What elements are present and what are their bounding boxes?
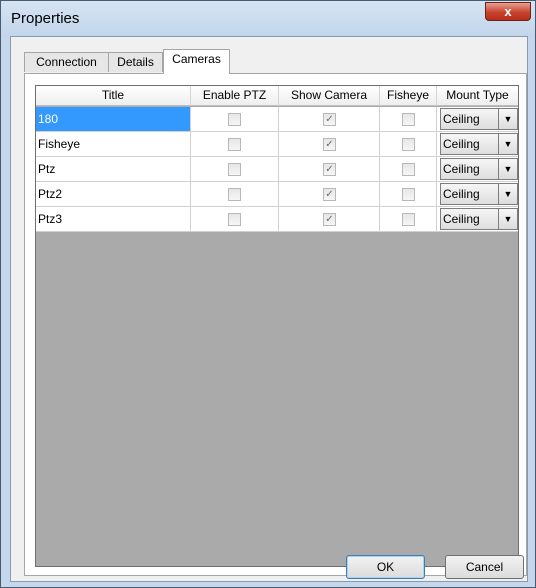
table-row[interactable]: Fisheye ✓ Ceiling ▼ [36,132,518,157]
enable-ptz-cell [191,132,279,156]
fisheye-checkbox[interactable] [402,113,415,126]
tab-connection[interactable]: Connection [24,52,109,72]
window-title: Properties [11,10,80,27]
column-header-show-camera[interactable]: Show Camera [279,86,380,106]
mount-type-value: Ceiling [443,162,480,176]
mount-type-cell: Ceiling ▼ [437,182,518,206]
properties-window: Properties x Connection Details Cameras … [0,0,536,588]
enable-ptz-cell [191,107,279,131]
ok-button[interactable]: OK [346,555,425,579]
chevron-down-icon[interactable]: ▼ [498,184,517,204]
camera-title-cell[interactable]: Ptz3 [36,207,191,231]
column-header-fisheye[interactable]: Fisheye [380,86,437,106]
mount-type-dropdown[interactable]: Ceiling ▼ [440,183,518,205]
mount-type-value: Ceiling [443,212,480,226]
fisheye-cell [380,107,437,131]
camera-title-cell[interactable]: 180 [36,107,191,131]
close-button[interactable]: x [485,2,531,21]
show-camera-checkbox[interactable]: ✓ [323,138,336,151]
grid-header: Title Enable PTZ Show Camera Fisheye Mou… [36,86,518,106]
camera-title-cell[interactable]: Ptz2 [36,182,191,206]
close-icon: x [504,4,512,19]
fisheye-checkbox[interactable] [402,138,415,151]
cameras-tab-panel: Title Enable PTZ Show Camera Fisheye Mou… [24,73,527,576]
fisheye-checkbox[interactable] [402,213,415,226]
ok-button-label: OK [376,560,395,574]
checkmark-icon: ✓ [325,214,334,225]
show-camera-cell: ✓ [279,157,380,181]
camera-title-cell[interactable]: Ptz [36,157,191,181]
show-camera-cell: ✓ [279,182,380,206]
enable-ptz-cell [191,207,279,231]
chevron-down-icon[interactable]: ▼ [498,134,517,154]
enable-ptz-checkbox[interactable] [228,113,241,126]
fisheye-cell [380,132,437,156]
dialog-client-area: Connection Details Cameras Title Enable … [10,36,528,582]
table-row[interactable]: Ptz2 ✓ Ceiling ▼ [36,182,518,207]
mount-type-value: Ceiling [443,112,480,126]
show-camera-cell: ✓ [279,132,380,156]
tab-label: Cameras [172,52,221,66]
show-camera-cell: ✓ [279,107,380,131]
chevron-down-icon[interactable]: ▼ [498,109,517,129]
fisheye-checkbox[interactable] [402,188,415,201]
mount-type-cell: Ceiling ▼ [437,132,518,156]
fisheye-checkbox[interactable] [402,163,415,176]
show-camera-checkbox[interactable]: ✓ [323,188,336,201]
checkmark-icon: ✓ [325,164,334,175]
mount-type-value: Ceiling [443,137,480,151]
enable-ptz-checkbox[interactable] [228,188,241,201]
mount-type-dropdown[interactable]: Ceiling ▼ [440,133,518,155]
checkmark-icon: ✓ [325,139,334,150]
enable-ptz-checkbox[interactable] [228,138,241,151]
column-header-mount-type[interactable]: Mount Type [437,86,518,106]
fisheye-cell [380,157,437,181]
cancel-button-label: Cancel [465,560,504,574]
column-header-enable-ptz[interactable]: Enable PTZ [191,86,279,106]
show-camera-checkbox[interactable]: ✓ [323,113,336,126]
show-camera-checkbox[interactable]: ✓ [323,213,336,226]
cancel-button[interactable]: Cancel [445,555,524,579]
enable-ptz-checkbox[interactable] [228,213,241,226]
mount-type-value: Ceiling [443,187,480,201]
tab-label: Details [117,55,154,69]
mount-type-cell: Ceiling ▼ [437,107,518,131]
fisheye-cell [380,182,437,206]
table-row[interactable]: Ptz ✓ Ceiling ▼ [36,157,518,182]
mount-type-cell: Ceiling ▼ [437,207,518,231]
tab-label: Connection [36,55,97,69]
chevron-down-icon[interactable]: ▼ [498,209,517,229]
cameras-grid: Title Enable PTZ Show Camera Fisheye Mou… [35,85,519,567]
show-camera-cell: ✓ [279,207,380,231]
checkmark-icon: ✓ [325,114,334,125]
show-camera-checkbox[interactable]: ✓ [323,163,336,176]
fisheye-cell [380,207,437,231]
mount-type-cell: Ceiling ▼ [437,157,518,181]
enable-ptz-checkbox[interactable] [228,163,241,176]
table-row[interactable]: 180 ✓ Ceiling ▼ [36,107,518,132]
column-header-title[interactable]: Title [36,86,191,106]
table-row[interactable]: Ptz3 ✓ Ceiling ▼ [36,207,518,232]
mount-type-dropdown[interactable]: Ceiling ▼ [440,108,518,130]
camera-title-cell[interactable]: Fisheye [36,132,191,156]
checkmark-icon: ✓ [325,189,334,200]
mount-type-dropdown[interactable]: Ceiling ▼ [440,158,518,180]
mount-type-dropdown[interactable]: Ceiling ▼ [440,208,518,230]
enable-ptz-cell [191,157,279,181]
chevron-down-icon[interactable]: ▼ [498,159,517,179]
tab-cameras[interactable]: Cameras [163,49,230,74]
title-bar[interactable]: Properties x [1,1,535,37]
enable-ptz-cell [191,182,279,206]
tab-details[interactable]: Details [108,52,163,72]
